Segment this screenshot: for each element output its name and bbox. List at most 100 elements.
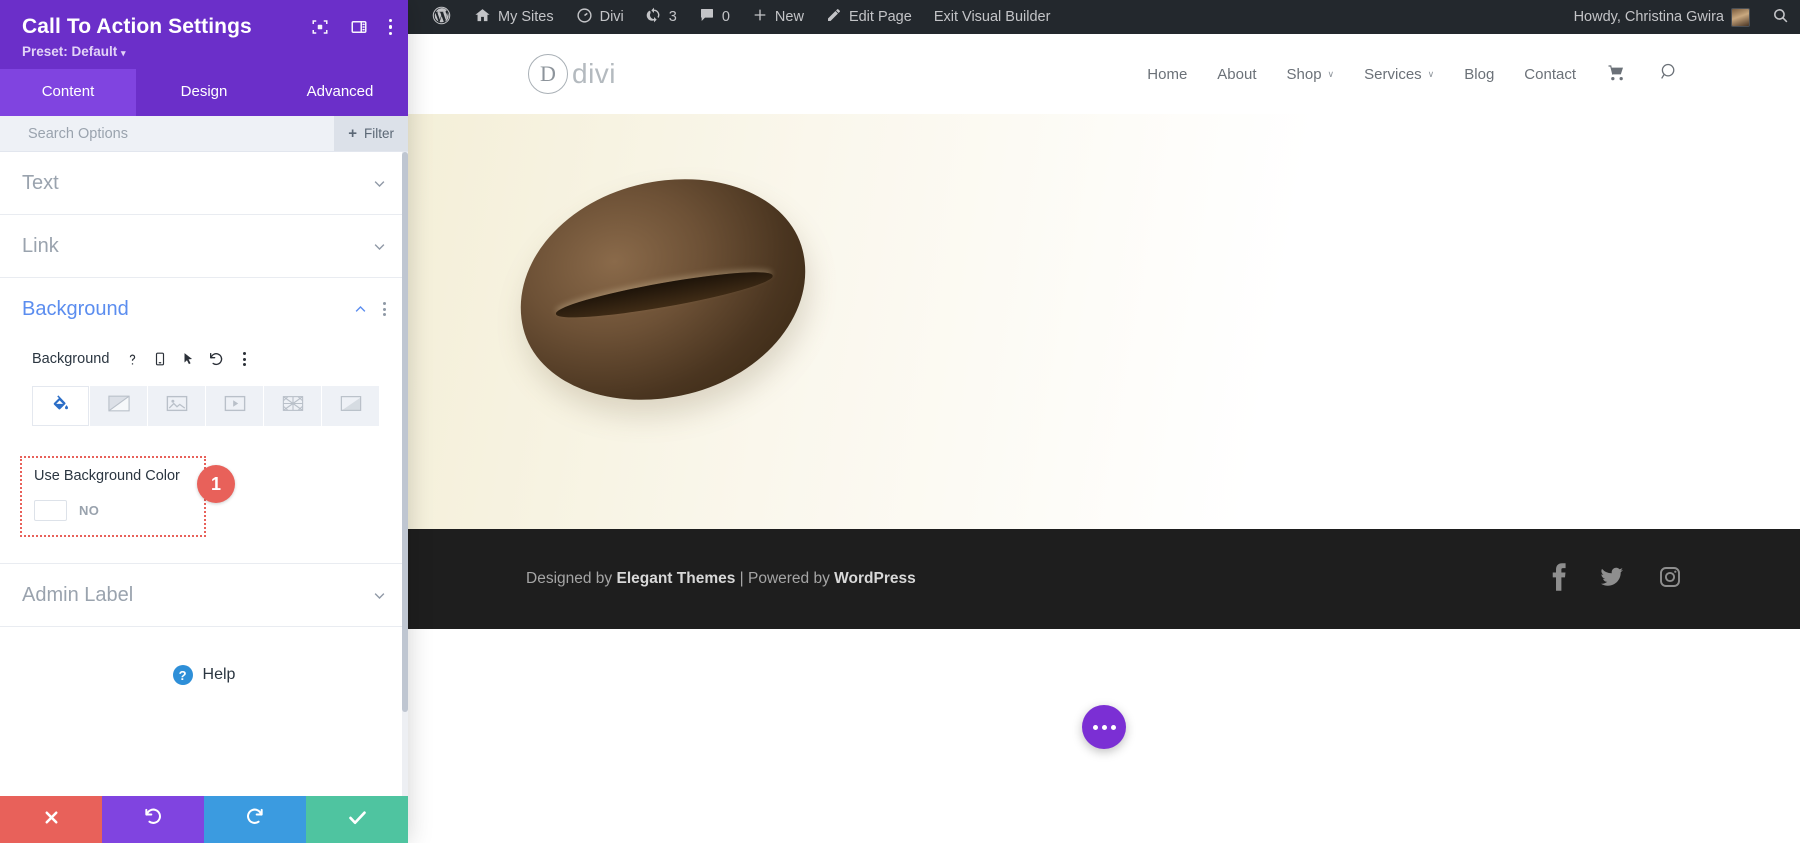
panel-header-icons bbox=[311, 18, 392, 36]
search-input[interactable] bbox=[28, 125, 335, 142]
admin-bar-item-comments[interactable]: 0 bbox=[688, 0, 741, 34]
toggle-state-text: NO bbox=[79, 503, 100, 519]
admin-bar-label: Exit Visual Builder bbox=[933, 9, 1051, 25]
pencil-icon bbox=[826, 7, 842, 27]
image-icon bbox=[166, 395, 188, 417]
panel-scrollbar-thumb[interactable] bbox=[402, 152, 408, 713]
use-background-color-highlight: Use Background Color NO 1 bbox=[20, 456, 235, 538]
cancel-button[interactable] bbox=[0, 796, 102, 843]
paint-bucket-icon bbox=[51, 394, 70, 418]
tab-design[interactable]: Design bbox=[136, 69, 272, 116]
pattern-icon bbox=[282, 395, 304, 417]
admin-bar-account[interactable]: Howdy, Christina Gwira bbox=[1563, 0, 1761, 34]
help-link[interactable]: ? Help bbox=[0, 627, 408, 719]
admin-bar-label: Edit Page bbox=[848, 9, 912, 25]
section-admin-label-header[interactable]: Admin Label bbox=[22, 564, 386, 626]
section-link-header[interactable]: Link bbox=[22, 215, 386, 277]
background-image-tab[interactable] bbox=[148, 386, 205, 427]
background-gradient-tab[interactable] bbox=[90, 386, 147, 427]
admin-bar-item-divi[interactable]: Divi bbox=[565, 0, 635, 34]
admin-bar-item-my-sites[interactable]: My Sites bbox=[463, 0, 565, 34]
footer-separator: | bbox=[735, 570, 748, 587]
background-video-tab[interactable] bbox=[206, 386, 263, 427]
cart-button[interactable] bbox=[1606, 62, 1628, 86]
twitter-icon[interactable] bbox=[1600, 565, 1624, 594]
more-options-icon[interactable] bbox=[231, 346, 257, 372]
section-background-body: Background Use Background Color NO 1 bbox=[20, 346, 386, 563]
page-settings-fab[interactable] bbox=[1082, 705, 1126, 749]
video-icon bbox=[224, 395, 246, 417]
instagram-icon[interactable] bbox=[1658, 565, 1682, 594]
redo-button[interactable] bbox=[204, 796, 306, 843]
section-text-header[interactable]: Text bbox=[22, 152, 386, 214]
footer-brand-elegant-themes[interactable]: Elegant Themes bbox=[616, 570, 735, 587]
filter-button[interactable]: + Filter bbox=[334, 116, 408, 152]
admin-bar-item-updates[interactable]: 3 bbox=[635, 0, 688, 34]
module-settings-panel: Call To Action Settings Preset: Default … bbox=[0, 0, 408, 843]
site-nav: Home About Shop ∨ Services ∨ Blog Contac bbox=[1147, 61, 1680, 87]
admin-bar-item-exit-visual-builder[interactable]: Exit Visual Builder bbox=[923, 0, 1062, 34]
more-options-icon[interactable] bbox=[383, 302, 386, 317]
nav-item-about[interactable]: About bbox=[1217, 66, 1256, 83]
comments-bubble-icon bbox=[699, 7, 715, 27]
footer-brand-wordpress[interactable]: WordPress bbox=[834, 570, 916, 587]
chevron-up-icon[interactable] bbox=[353, 302, 367, 316]
responsive-phone-icon[interactable] bbox=[147, 346, 173, 372]
dots-group bbox=[242, 352, 246, 367]
visual-builder-preview: My Sites Divi 3 0 New Edit Page Exit Vis… bbox=[408, 0, 1800, 843]
wp-logo-button[interactable] bbox=[420, 0, 463, 34]
nav-label: Home bbox=[1147, 65, 1188, 83]
search-icon bbox=[1772, 7, 1789, 28]
sites-house-icon bbox=[474, 7, 491, 28]
chevron-down-icon: ▾ bbox=[121, 48, 126, 59]
layout-panel-icon[interactable] bbox=[350, 18, 368, 36]
background-field-label: Background bbox=[32, 351, 110, 368]
search-icon bbox=[1658, 61, 1680, 87]
facebook-icon[interactable] bbox=[1550, 562, 1566, 596]
admin-bar-item-new[interactable]: New bbox=[741, 0, 815, 34]
nav-item-shop[interactable]: Shop ∨ bbox=[1287, 66, 1335, 83]
site-logo[interactable]: D divi bbox=[528, 54, 616, 94]
nav-item-services[interactable]: Services ∨ bbox=[1364, 66, 1434, 83]
admin-bar-label: Divi bbox=[599, 9, 624, 25]
use-background-color-toggle[interactable] bbox=[34, 500, 67, 522]
footer-middle: Powered by bbox=[748, 570, 835, 587]
preset-selector[interactable]: Preset: Default ▾ bbox=[22, 44, 390, 59]
divi-logo-word: divi bbox=[572, 58, 617, 89]
background-mask-tab[interactable] bbox=[322, 386, 379, 427]
admin-bar-item-edit-page[interactable]: Edit Page bbox=[815, 0, 923, 34]
section-background-header[interactable]: Background bbox=[22, 278, 386, 340]
section-background-header-controls bbox=[353, 302, 386, 317]
background-color-tab[interactable] bbox=[32, 386, 89, 427]
tab-content[interactable]: Content bbox=[0, 69, 136, 117]
help-icon[interactable] bbox=[119, 346, 145, 372]
panel-tabs: Content Design Advanced bbox=[0, 69, 408, 117]
section-text: Text bbox=[0, 152, 408, 216]
hover-cursor-icon[interactable] bbox=[175, 346, 201, 372]
background-type-tabs bbox=[22, 386, 386, 427]
reset-undo-icon[interactable] bbox=[203, 346, 229, 372]
divi-dashboard-icon bbox=[576, 7, 593, 28]
nav-label: Blog bbox=[1464, 65, 1495, 83]
site-header: D divi Home About Shop ∨ Services ∨ Blog… bbox=[408, 34, 1800, 114]
nav-item-contact[interactable]: Contact bbox=[1524, 66, 1576, 83]
footer-credits: Designed by Elegant Themes | Powered by … bbox=[526, 570, 916, 588]
admin-bar-search-button[interactable] bbox=[1761, 0, 1800, 34]
hero-section bbox=[408, 114, 1800, 529]
undo-button[interactable] bbox=[102, 796, 204, 843]
background-pattern-tab[interactable] bbox=[264, 386, 321, 427]
updates-refresh-icon bbox=[646, 7, 662, 27]
focus-icon[interactable] bbox=[311, 18, 329, 36]
more-options-icon[interactable] bbox=[388, 18, 392, 36]
panel-scrollbar[interactable] bbox=[402, 152, 408, 796]
section-link: Link bbox=[0, 215, 408, 279]
section-title: Link bbox=[22, 234, 59, 257]
nav-item-blog[interactable]: Blog bbox=[1464, 66, 1494, 83]
nav-item-home[interactable]: Home bbox=[1147, 66, 1187, 83]
section-background: Background Background Use Background Col… bbox=[0, 278, 408, 565]
save-button[interactable] bbox=[306, 796, 408, 843]
section-title: Text bbox=[22, 171, 59, 194]
avatar bbox=[1731, 7, 1750, 27]
site-search-button[interactable] bbox=[1658, 61, 1680, 87]
tab-advanced[interactable]: Advanced bbox=[272, 69, 408, 116]
